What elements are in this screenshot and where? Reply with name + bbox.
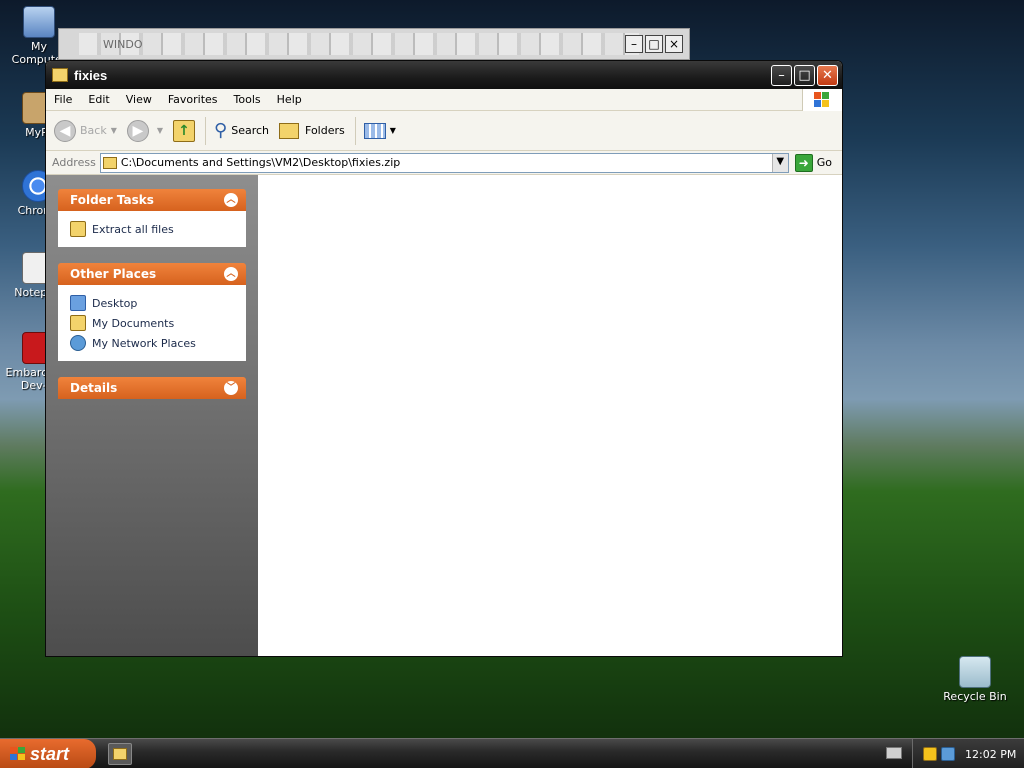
desktop-icon-recycle-bin[interactable]: Recycle Bin — [940, 656, 1010, 703]
panel-header[interactable]: Folder Tasks ︿ — [58, 189, 246, 211]
menu-edit[interactable]: Edit — [80, 93, 117, 106]
folders-icon — [279, 122, 300, 139]
panel-header[interactable]: Other Places ︿ — [58, 263, 246, 285]
desktop-icon — [70, 295, 86, 311]
my-documents-link[interactable]: My Documents — [70, 313, 234, 333]
panel-title: Details — [70, 381, 118, 395]
taskbar-window-button[interactable] — [108, 743, 132, 765]
explorer-window: fixies – □ ✕ File Edit View Favorites To… — [45, 60, 843, 657]
search-button[interactable]: ⚲ Search — [214, 120, 269, 141]
address-label: Address — [52, 156, 96, 169]
forward-arrow-icon: ▶ — [126, 119, 149, 142]
zip-folder-icon — [52, 68, 68, 82]
go-button[interactable]: ➜ Go — [789, 153, 842, 172]
network-tray-icon[interactable] — [941, 747, 955, 761]
my-documents-icon — [70, 315, 86, 331]
up-folder-icon: ↑ — [173, 119, 196, 142]
ghost-close-button[interactable]: × — [665, 35, 683, 53]
expand-chevron-icon[interactable]: ﹀ — [224, 381, 238, 395]
link-label: Desktop — [92, 296, 138, 310]
extract-all-files-link[interactable]: Extract all files — [70, 219, 234, 239]
keyboard-icon[interactable] — [886, 747, 902, 759]
back-button[interactable]: ◀ Back ▼ — [54, 119, 117, 142]
file-list-area[interactable] — [258, 175, 842, 656]
task-pane: Folder Tasks ︿ Extract all files Other P… — [46, 175, 258, 656]
windows-flag-icon — [814, 92, 830, 108]
views-dropdown-icon[interactable]: ▼ — [390, 126, 396, 135]
zip-folder-icon — [113, 748, 127, 760]
back-dropdown-icon[interactable]: ▼ — [111, 126, 117, 135]
menu-view[interactable]: View — [118, 93, 160, 106]
menu-bar: File Edit View Favorites Tools Help — [46, 89, 842, 111]
link-label: Extract all files — [92, 222, 174, 236]
desktop-link[interactable]: Desktop — [70, 293, 234, 313]
network-icon — [70, 335, 86, 351]
folder-tasks-panel: Folder Tasks ︿ Extract all files — [58, 189, 246, 247]
ghost-window-artifacts — [79, 33, 639, 55]
link-label: My Network Places — [92, 336, 196, 350]
taskbar: start 12:02 PM — [0, 738, 1024, 768]
system-tray: 12:02 PM — [912, 739, 1024, 768]
recycle-bin-icon — [959, 656, 991, 688]
ghost-maximize-button[interactable]: □ — [645, 35, 663, 53]
toolbar-separator — [354, 116, 356, 145]
minimize-button[interactable]: – — [771, 64, 792, 86]
ghost-minimize-button[interactable]: – — [625, 35, 643, 53]
start-label: start — [30, 743, 70, 764]
zip-folder-icon — [102, 156, 117, 169]
address-bar: Address C:\Documents and Settings\VM2\De… — [46, 151, 842, 175]
maximize-button[interactable]: □ — [794, 64, 815, 86]
title-bar[interactable]: fixies – □ ✕ — [46, 61, 842, 89]
back-label: Back — [80, 124, 107, 137]
security-shield-icon[interactable] — [923, 747, 937, 761]
menu-favorites[interactable]: Favorites — [160, 93, 226, 106]
details-panel: Details ﹀ — [58, 377, 246, 399]
menu-file[interactable]: File — [46, 93, 80, 106]
clock: 12:02 PM — [965, 747, 1017, 761]
explorer-body: Folder Tasks ︿ Extract all files Other P… — [46, 175, 842, 656]
panel-title: Other Places — [70, 267, 157, 281]
address-field[interactable]: C:\Documents and Settings\VM2\Desktop\fi… — [99, 152, 789, 173]
folders-button[interactable]: Folders — [279, 122, 345, 139]
toolbar: ◀ Back ▼ ▶ ▼ ↑ ⚲ Search Folders ▼ — [46, 111, 842, 151]
windows-flag-icon — [10, 747, 26, 761]
folders-label: Folders — [305, 124, 345, 137]
ghost-window: WINDO – □ × — [58, 28, 690, 60]
window-title: fixies — [74, 67, 108, 83]
search-label: Search — [231, 124, 270, 137]
up-button[interactable]: ↑ — [173, 119, 196, 142]
menu-tools[interactable]: Tools — [226, 93, 269, 106]
panel-body: Extract all files — [58, 211, 246, 247]
start-button[interactable]: start — [0, 739, 96, 768]
desktop-icon-label: Recycle Bin — [943, 690, 1007, 703]
other-places-panel: Other Places ︿ Desktop My Documents My N… — [58, 263, 246, 361]
panel-body: Desktop My Documents My Network Places — [58, 285, 246, 361]
forward-dropdown-icon[interactable]: ▼ — [157, 126, 163, 135]
link-label: My Documents — [92, 316, 175, 330]
views-button[interactable]: ▼ — [363, 122, 396, 139]
ghost-window-title: WINDO — [103, 38, 143, 51]
panel-title: Folder Tasks — [70, 193, 154, 207]
go-arrow-icon: ➜ — [794, 153, 813, 172]
close-button[interactable]: ✕ — [817, 64, 838, 86]
menu-help[interactable]: Help — [269, 93, 310, 106]
back-arrow-icon: ◀ — [54, 119, 76, 142]
panel-header[interactable]: Details ﹀ — [58, 377, 246, 399]
search-icon: ⚲ — [214, 120, 228, 141]
forward-button[interactable]: ▶ ▼ — [126, 119, 163, 142]
my-network-places-link[interactable]: My Network Places — [70, 333, 234, 353]
views-icon — [363, 122, 386, 139]
collapse-chevron-icon[interactable]: ︿ — [224, 193, 238, 207]
collapse-chevron-icon[interactable]: ︿ — [224, 267, 238, 281]
address-value: C:\Documents and Settings\VM2\Desktop\fi… — [120, 156, 401, 169]
extract-icon — [70, 221, 86, 237]
address-dropdown-icon[interactable]: ▼ — [771, 153, 788, 172]
windows-logo — [802, 89, 842, 111]
my-computer-icon — [23, 6, 55, 38]
toolbar-separator — [205, 116, 207, 145]
go-label: Go — [816, 156, 832, 169]
